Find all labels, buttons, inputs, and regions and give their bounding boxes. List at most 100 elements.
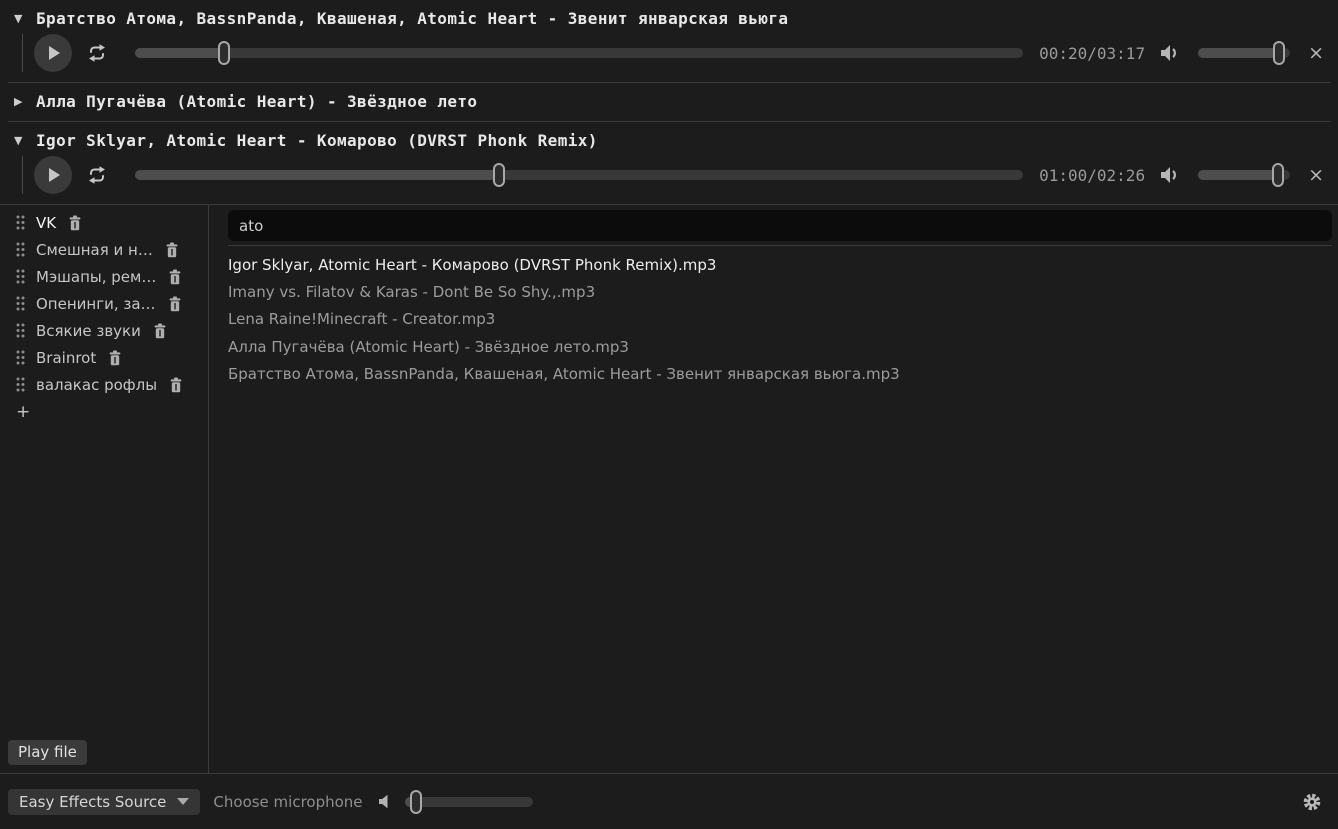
indent-guide: [22, 156, 23, 194]
close-button[interactable]: ×: [1306, 44, 1326, 63]
file-item[interactable]: Братство Атома, BassnPanda, Квашеная, At…: [228, 361, 1332, 388]
drag-handle-icon[interactable]: [16, 242, 25, 257]
volume-button[interactable]: [1159, 166, 1180, 184]
delete-tab-button[interactable]: [107, 349, 123, 367]
repeat-button[interactable]: [86, 43, 108, 63]
mic-volume-thumb[interactable]: [410, 790, 422, 814]
file-item[interactable]: Imany vs. Filatov & Karas - Dont Be So S…: [228, 278, 1332, 305]
players-section: ▼ Братство Атома, BassnPanda, Квашеная, …: [0, 0, 1338, 205]
expander-icon[interactable]: ▼: [14, 134, 27, 147]
drag-handle-icon[interactable]: [16, 350, 25, 365]
sidebar-tab[interactable]: VK: [0, 209, 208, 236]
file-name: Imany vs. Filatov & Karas - Dont Be So S…: [228, 283, 595, 301]
expander-icon[interactable]: ▼: [14, 12, 27, 25]
seek-thumb[interactable]: [493, 163, 505, 187]
sidebar-tab[interactable]: Смешная и н…: [0, 236, 208, 263]
file-list: Igor Sklyar, Atomic Heart - Комарово (DV…: [228, 251, 1332, 773]
mic-select-label[interactable]: Choose microphone: [213, 793, 362, 811]
drag-handle-icon[interactable]: [16, 296, 25, 311]
sidebar-tab[interactable]: Brainrot: [0, 344, 208, 371]
speaker-icon: [1159, 166, 1180, 184]
mute-button[interactable]: [378, 794, 393, 809]
volume-thumb[interactable]: [1272, 163, 1284, 187]
file-item[interactable]: Igor Sklyar, Atomic Heart - Комарово (DV…: [228, 251, 1332, 278]
expander-icon[interactable]: ▶: [14, 95, 27, 108]
volume-button[interactable]: [1159, 44, 1180, 62]
repeat-button[interactable]: [86, 165, 108, 185]
tab-label: Смешная и н…: [36, 241, 153, 259]
time-display: 00:20/03:17: [1039, 44, 1145, 63]
tab-list: VK: [0, 209, 208, 398]
repeat-icon: [86, 165, 108, 185]
sidebar-tab[interactable]: Всякие звуки: [0, 317, 208, 344]
trash-icon: [153, 323, 167, 339]
play-icon: [49, 46, 60, 60]
delete-tab-button[interactable]: [152, 322, 168, 340]
file-item[interactable]: Lena Raine!Minecraft - Creator.mp3: [228, 306, 1332, 333]
player-controls: 00:20/03:17 ×: [0, 30, 1338, 76]
play-file-button[interactable]: Play file: [8, 740, 87, 765]
tab-label: валакас рофлы: [36, 376, 157, 394]
play-button[interactable]: [34, 34, 72, 72]
tab-label: Мэшапы, рем…: [36, 268, 156, 286]
delete-tab-button[interactable]: [67, 214, 83, 232]
play-button[interactable]: [34, 156, 72, 194]
mic-volume-slider[interactable]: [405, 797, 533, 807]
close-button[interactable]: ×: [1306, 166, 1326, 185]
sidebar-tab[interactable]: Мэшапы, рем…: [0, 263, 208, 290]
repeat-icon: [86, 43, 108, 63]
tab-label: Brainrot: [36, 349, 96, 367]
file-name: Igor Sklyar, Atomic Heart - Комарово (DV…: [228, 256, 716, 274]
file-name: Алла Пугачёва (Atomic Heart) - Звёздное …: [228, 338, 629, 356]
gear-icon: [1302, 792, 1322, 812]
add-tab-button[interactable]: +: [0, 398, 40, 425]
delete-tab-button[interactable]: [167, 268, 183, 286]
seek-fill: [135, 170, 499, 180]
trash-icon: [169, 377, 183, 393]
tab-label: VK: [36, 214, 56, 232]
seek-thumb[interactable]: [218, 41, 230, 65]
player-title: Igor Sklyar, Atomic Heart - Комарово (DV…: [36, 131, 598, 150]
tab-label: Всякие звуки: [36, 322, 141, 340]
volume-thumb[interactable]: [1273, 41, 1285, 65]
settings-button[interactable]: [1302, 792, 1322, 812]
speaker-icon: [1159, 44, 1180, 62]
sidebar-tab[interactable]: Опенинги, за…: [0, 290, 208, 317]
indent-guide: [22, 34, 23, 72]
search-input[interactable]: [228, 210, 1332, 241]
seek-slider[interactable]: [135, 48, 1023, 58]
player-title: Алла Пугачёва (Atomic Heart) - Звёздное …: [36, 92, 477, 111]
player-title: Братство Атома, BassnPanda, Квашеная, At…: [36, 9, 788, 28]
file-item[interactable]: Алла Пугачёва (Atomic Heart) - Звёздное …: [228, 333, 1332, 360]
player-controls: 01:00/02:26 ×: [0, 152, 1338, 198]
trash-icon: [165, 242, 179, 258]
player-2: ▶ Алла Пугачёва (Atomic Heart) - Звёздно…: [0, 83, 1338, 121]
drag-handle-icon[interactable]: [16, 215, 25, 230]
drag-handle-icon[interactable]: [16, 269, 25, 284]
delete-tab-button[interactable]: [164, 241, 180, 259]
volume-slider[interactable]: [1198, 170, 1290, 180]
drag-handle-icon[interactable]: [16, 377, 25, 392]
source-select[interactable]: Easy Effects Source: [8, 789, 200, 815]
muted-speaker-icon: [378, 794, 393, 809]
sidebar-tab[interactable]: валакас рофлы: [0, 371, 208, 398]
player-1: ▼ Братство Атома, BassnPanda, Квашеная, …: [0, 0, 1338, 82]
time-display: 01:00/02:26: [1039, 166, 1145, 185]
file-name: Lena Raine!Minecraft - Creator.mp3: [228, 310, 495, 328]
play-icon: [49, 168, 60, 182]
delete-tab-button[interactable]: [167, 295, 183, 313]
file-panel: Igor Sklyar, Atomic Heart - Комарово (DV…: [209, 205, 1338, 773]
delete-tab-button[interactable]: [168, 376, 184, 394]
source-select-label: Easy Effects Source: [19, 793, 166, 811]
player-header[interactable]: ▼ Igor Sklyar, Atomic Heart - Комарово (…: [0, 122, 1338, 152]
player-header[interactable]: ▼ Братство Атома, BassnPanda, Квашеная, …: [0, 0, 1338, 30]
main-area: VK: [0, 205, 1338, 773]
seek-fill: [135, 48, 224, 58]
player-3: ▼ Igor Sklyar, Atomic Heart - Комарово (…: [0, 122, 1338, 204]
seek-slider[interactable]: [135, 170, 1023, 180]
trash-icon: [168, 269, 182, 285]
drag-handle-icon[interactable]: [16, 323, 25, 338]
volume-fill: [1198, 170, 1278, 180]
player-header[interactable]: ▶ Алла Пугачёва (Atomic Heart) - Звёздно…: [0, 83, 1338, 113]
volume-slider[interactable]: [1198, 48, 1290, 58]
